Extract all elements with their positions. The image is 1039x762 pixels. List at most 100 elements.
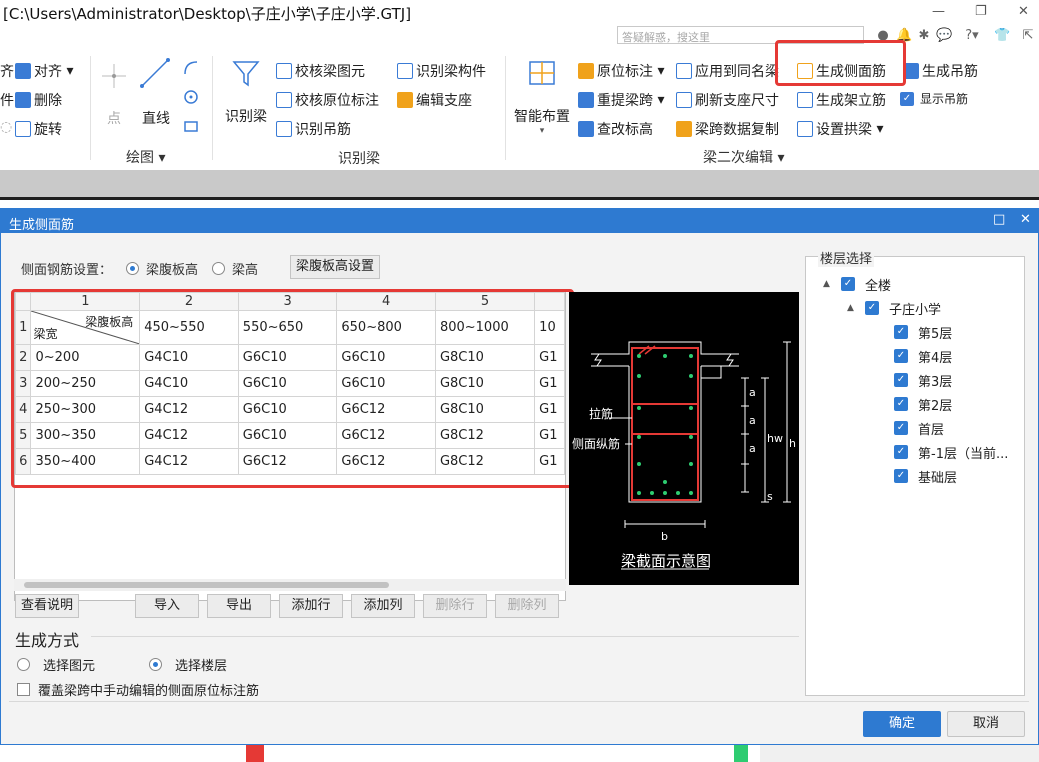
- arc-tool[interactable]: [183, 60, 199, 76]
- annotation-button[interactable]: 原位标注 ▾: [578, 61, 664, 81]
- tree-floor[interactable]: ✓ 第2层: [894, 395, 952, 414]
- export-button[interactable]: 导出: [207, 594, 271, 618]
- settings-icon[interactable]: ✱: [916, 28, 932, 44]
- tree-all-building[interactable]: ▲ ✓ 全楼: [823, 275, 891, 294]
- generate-erection-button[interactable]: 生成架立筋: [797, 90, 886, 110]
- cancel-button[interactable]: 取消: [947, 711, 1025, 737]
- circle-tool[interactable]: [183, 89, 199, 105]
- point-tool[interactable]: 点: [98, 60, 130, 134]
- web-height-settings-button[interactable]: 梁腹板高设置: [290, 255, 380, 279]
- copy-span-button[interactable]: 梁跨数据复制: [676, 119, 779, 139]
- dialog-title: 生成侧面筋: [9, 218, 75, 233]
- ok-button[interactable]: 确定: [863, 711, 941, 737]
- radio-select-element[interactable]: [17, 658, 30, 671]
- tree-floor[interactable]: ✓ 第3层: [894, 371, 952, 390]
- checkbox-checked-icon[interactable]: ✓: [894, 397, 908, 411]
- ribbon-partial-2[interactable]: 件: [0, 90, 14, 110]
- add-row-button[interactable]: 添加行: [279, 594, 343, 618]
- annotation-icon: [578, 63, 594, 79]
- line-tool[interactable]: 直线: [138, 56, 174, 130]
- smart-layout-button[interactable]: 智能布置 ▾: [510, 58, 574, 144]
- check-annotation-button[interactable]: 校核原位标注: [276, 90, 379, 110]
- radio-beam-height[interactable]: [212, 262, 226, 275]
- option-select-floor[interactable]: 选择楼层: [149, 655, 227, 674]
- collapse-icon[interactable]: ▲: [823, 279, 835, 289]
- tie-bar-label: 拉筋: [589, 407, 614, 421]
- delete-column-button[interactable]: 删除列: [495, 594, 559, 618]
- arch-beam-button[interactable]: 设置拱梁 ▾: [797, 119, 883, 139]
- tree-project[interactable]: ▲ ✓ 子庄小学: [847, 299, 941, 318]
- import-button[interactable]: 导入: [135, 594, 199, 618]
- checkbox-checked-icon[interactable]: ✓: [841, 277, 855, 291]
- radio-web-height[interactable]: [126, 262, 140, 275]
- identify-beam-button[interactable]: 识别梁: [222, 58, 270, 138]
- show-hanger-toggle[interactable]: ✓ 显示吊筋: [900, 90, 968, 107]
- highlight-side-rebar: [775, 40, 906, 86]
- apply-same-beam-button[interactable]: 应用到同名梁: [676, 61, 779, 81]
- side-rebar-dialog: 生成侧面筋 □ ✕ 侧面钢筋设置： 梁腹板高 梁高 梁腹板高设置 1 2 3 4…: [0, 208, 1039, 745]
- chat-icon[interactable]: 💬: [936, 28, 952, 44]
- tree-floor[interactable]: ✓ 第5层: [894, 323, 952, 342]
- add-column-button[interactable]: 添加列: [351, 594, 415, 618]
- expand-icon[interactable]: ⇱: [1020, 28, 1036, 44]
- re-span-button[interactable]: 重提梁跨 ▾: [578, 90, 664, 110]
- edit-support-button[interactable]: 编辑支座: [397, 90, 472, 110]
- option-select-element[interactable]: 选择图元: [17, 655, 95, 674]
- tree-floor[interactable]: ✓ 首层: [894, 419, 944, 438]
- table-highlight-frame: [11, 289, 574, 488]
- override-checkbox[interactable]: [17, 683, 30, 696]
- rotate-button[interactable]: 旋转: [15, 119, 62, 139]
- dim-a-2: a: [749, 414, 756, 427]
- checkbox-checked-icon: ✓: [900, 91, 914, 106]
- dim-b: b: [661, 530, 668, 543]
- checkbox-checked-icon[interactable]: ✓: [894, 325, 908, 339]
- identify-beam-component-icon: [397, 63, 413, 79]
- window-title: [C:\Users\Administrator\Desktop\子庄小学\子庄小…: [3, 5, 412, 23]
- view-description-button[interactable]: 查看说明: [15, 594, 79, 618]
- smart-layout-icon: [529, 61, 555, 85]
- delete-row-button[interactable]: 删除行: [423, 594, 487, 618]
- section-divider: [91, 636, 799, 637]
- draw-group-label[interactable]: 绘图 ▾: [126, 147, 165, 167]
- ribbon-partial-1[interactable]: 齐: [0, 61, 14, 81]
- minimize-button[interactable]: —: [932, 4, 945, 19]
- tree-floor[interactable]: ✓ 基础层: [894, 467, 957, 486]
- refresh-support-button[interactable]: 刷新支座尺寸: [676, 90, 779, 110]
- help-icon[interactable]: ?▾: [962, 28, 982, 44]
- rect-tool[interactable]: [183, 118, 199, 134]
- generation-mode-title: 生成方式: [15, 631, 80, 650]
- restore-button[interactable]: ❐: [975, 4, 987, 19]
- checkbox-checked-icon[interactable]: ✓: [894, 373, 908, 387]
- checkbox-checked-icon[interactable]: ✓: [865, 301, 879, 315]
- collapse-icon[interactable]: ▲: [847, 303, 859, 313]
- identify-hanger-button[interactable]: 识别吊筋: [276, 119, 351, 139]
- horizontal-scrollbar[interactable]: [14, 579, 566, 591]
- shirt-icon[interactable]: 👕: [994, 28, 1010, 44]
- check-annotation-icon: [276, 92, 292, 108]
- checkbox-checked-icon[interactable]: ✓: [894, 445, 908, 459]
- rectangle-icon: [184, 121, 198, 132]
- edit-support-icon: [397, 92, 413, 108]
- check-beam-button[interactable]: 校核梁图元: [276, 61, 365, 81]
- maximize-icon[interactable]: □: [993, 212, 1005, 227]
- canvas-bottom-strip: [0, 745, 1039, 762]
- secondary-group-label[interactable]: 梁二次编辑 ▾: [703, 147, 784, 167]
- tree-floor[interactable]: ✓ 第4层: [894, 347, 952, 366]
- close-icon[interactable]: ✕: [1020, 212, 1031, 227]
- dim-s: s: [767, 490, 773, 503]
- dim-a-1: a: [749, 386, 756, 399]
- identify-beam-component-button[interactable]: 识别梁构件: [397, 61, 486, 81]
- tree-floor[interactable]: ✓ 第-1层（当前...: [894, 443, 1008, 462]
- arc-icon: [184, 61, 198, 75]
- checkbox-checked-icon[interactable]: ✓: [894, 469, 908, 483]
- close-button[interactable]: ✕: [1018, 4, 1029, 19]
- radio-select-floor[interactable]: [149, 658, 162, 671]
- align-button[interactable]: 对齐 ▾: [15, 61, 73, 81]
- delete-button[interactable]: 删除: [15, 90, 62, 110]
- checkbox-checked-icon[interactable]: ✓: [894, 421, 908, 435]
- dim-hw: hw: [767, 432, 783, 445]
- checkbox-checked-icon[interactable]: ✓: [894, 349, 908, 363]
- elevation-button[interactable]: 查改标高: [578, 119, 653, 139]
- generate-hanger-button[interactable]: 生成吊筋: [903, 61, 978, 81]
- option-override[interactable]: 覆盖梁跨中手动编辑的侧面原位标注筋: [17, 680, 259, 699]
